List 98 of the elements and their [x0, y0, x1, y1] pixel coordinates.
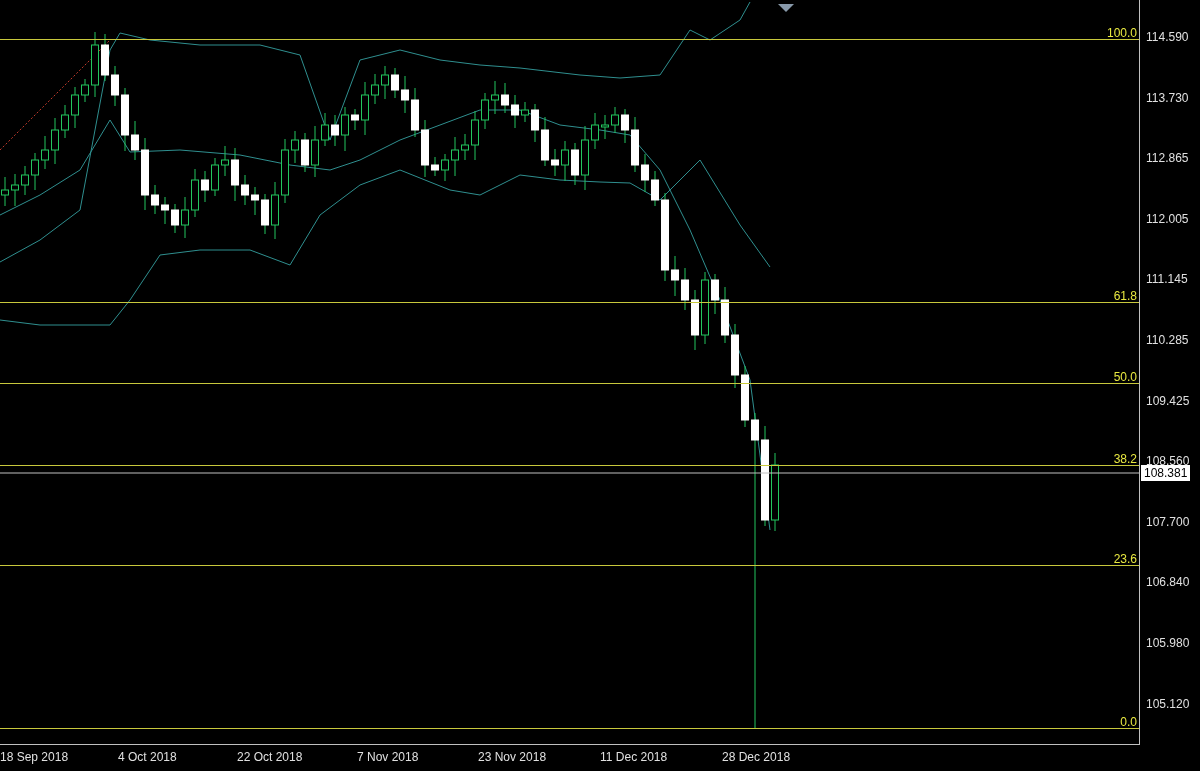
candlestick — [641, 153, 649, 193]
candlestick — [161, 196, 169, 225]
price-label: 106.840 — [1146, 576, 1190, 589]
price-label: 113.730 — [1146, 91, 1189, 104]
date-label: 11 Dec 2018 — [600, 751, 668, 763]
candlestick — [581, 125, 589, 191]
price-label: 112.865 — [1146, 152, 1189, 165]
candlestick — [611, 106, 619, 134]
candlestick — [341, 106, 349, 152]
candlestick — [301, 132, 309, 173]
date-label: 22 Oct 2018 — [237, 751, 303, 763]
price-label: 111.145 — [1146, 273, 1188, 286]
candlestick — [531, 103, 539, 143]
candlestick — [171, 203, 179, 234]
candlestick — [61, 104, 69, 139]
candlestick — [731, 323, 739, 389]
candlestick — [601, 114, 609, 140]
candlestick — [71, 86, 79, 129]
candlestick — [231, 147, 239, 202]
fibonacci-level-label: 38.2 — [1113, 453, 1137, 465]
price-label: 105.980 — [1146, 637, 1190, 649]
fibonacci-level-label: 50.0 — [1113, 371, 1137, 383]
candlestick — [101, 33, 109, 82]
candlestick — [31, 152, 39, 191]
candlestick — [501, 82, 509, 114]
candlestick — [431, 156, 439, 177]
candlestick — [51, 117, 59, 165]
candlestick — [91, 31, 99, 98]
candlestick — [221, 145, 229, 177]
fibonacci-level-label: 23.6 — [1113, 553, 1137, 565]
candlestick — [121, 87, 129, 152]
candlestick — [461, 133, 469, 161]
candlestick — [131, 120, 139, 161]
price-label: 109.425 — [1146, 394, 1190, 407]
candlestick — [21, 165, 29, 196]
candlestick — [261, 193, 269, 235]
price-label: 108.560 — [1146, 455, 1190, 468]
candlestick — [571, 142, 579, 186]
candlestick — [271, 181, 279, 240]
candlestick — [291, 130, 299, 164]
candlestick — [591, 112, 599, 150]
candlestick — [111, 65, 119, 107]
candlestick — [481, 92, 489, 130]
candlestick — [191, 168, 199, 218]
candlestick — [561, 140, 569, 182]
date-label: 23 Nov 2018 — [478, 751, 547, 763]
candlestick — [251, 186, 259, 216]
candlestick — [81, 78, 89, 103]
candlestick — [211, 157, 219, 197]
candlestick — [41, 135, 49, 170]
current-price-label: 108.381 — [1141, 465, 1191, 481]
candlestick — [631, 116, 639, 173]
candlestick — [651, 170, 659, 207]
candlestick — [471, 110, 479, 161]
candlestick — [711, 273, 719, 315]
price-label: 107.700 — [1146, 515, 1190, 528]
candlestick — [361, 81, 369, 136]
candlestick — [371, 73, 379, 105]
triangle-marker-icon — [778, 4, 794, 12]
candlestick — [311, 125, 319, 178]
candlestick — [671, 255, 679, 297]
candlestick — [351, 108, 359, 131]
price-label: 110.285 — [1146, 334, 1189, 346]
candlestick — [151, 184, 159, 215]
price-label: 114.590 — [1146, 31, 1189, 43]
date-label: 28 Dec 2018 — [722, 751, 791, 763]
fibonacci-level-label: 100.0 — [1106, 27, 1137, 39]
candlestick — [411, 87, 419, 138]
candlestick — [241, 174, 249, 206]
candlestick — [181, 196, 189, 239]
candlestick — [541, 116, 549, 167]
candlestick — [551, 148, 559, 177]
candlestick — [281, 138, 289, 204]
fibonacci-level-label: 61.8 — [1113, 290, 1137, 302]
candlestick — [511, 94, 519, 129]
candlestick — [621, 108, 629, 144]
candlestick — [401, 75, 409, 114]
date-label: 18 Sep 2018 — [0, 751, 69, 763]
candlestick — [451, 136, 459, 177]
candlestick — [381, 65, 389, 100]
candlestick — [441, 153, 449, 182]
candlestick — [421, 119, 429, 178]
candlestick — [491, 80, 499, 115]
price-label: 105.120 — [1146, 697, 1190, 710]
candlestick — [691, 289, 699, 351]
candlestick — [331, 114, 339, 147]
candlestick — [391, 67, 399, 99]
candlestick — [201, 170, 209, 203]
candlestick — [681, 267, 689, 311]
candlestick — [721, 286, 729, 344]
candlestick — [321, 112, 329, 147]
price-label: 112.005 — [1146, 212, 1189, 225]
date-label: 4 Oct 2018 — [118, 751, 177, 763]
candlestick — [11, 173, 19, 207]
candlestick — [741, 365, 749, 428]
candlestick — [521, 101, 529, 123]
fibonacci-level-label: 0.0 — [1120, 716, 1137, 728]
date-label: 7 Nov 2018 — [357, 751, 419, 763]
